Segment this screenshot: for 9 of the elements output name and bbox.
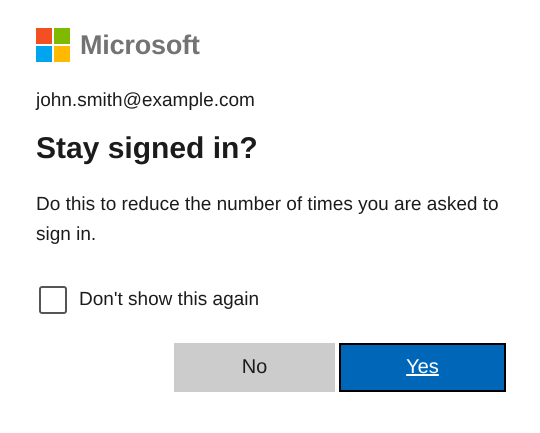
checkbox[interactable]: [39, 286, 67, 314]
dialog-title: Stay signed in?: [36, 132, 259, 166]
no-button[interactable]: No: [174, 343, 335, 392]
yes-button[interactable]: Yes: [339, 343, 506, 392]
description: Do this to reduce the number of times you are asked to sign in.: [36, 193, 500, 247]
checkbox-label[interactable]: Don't show this again: [79, 289, 260, 311]
logo-icon: [36, 28, 70, 62]
account-email: john.smith@example.com: [36, 90, 256, 112]
brand-name: Microsoft: [80, 30, 200, 60]
